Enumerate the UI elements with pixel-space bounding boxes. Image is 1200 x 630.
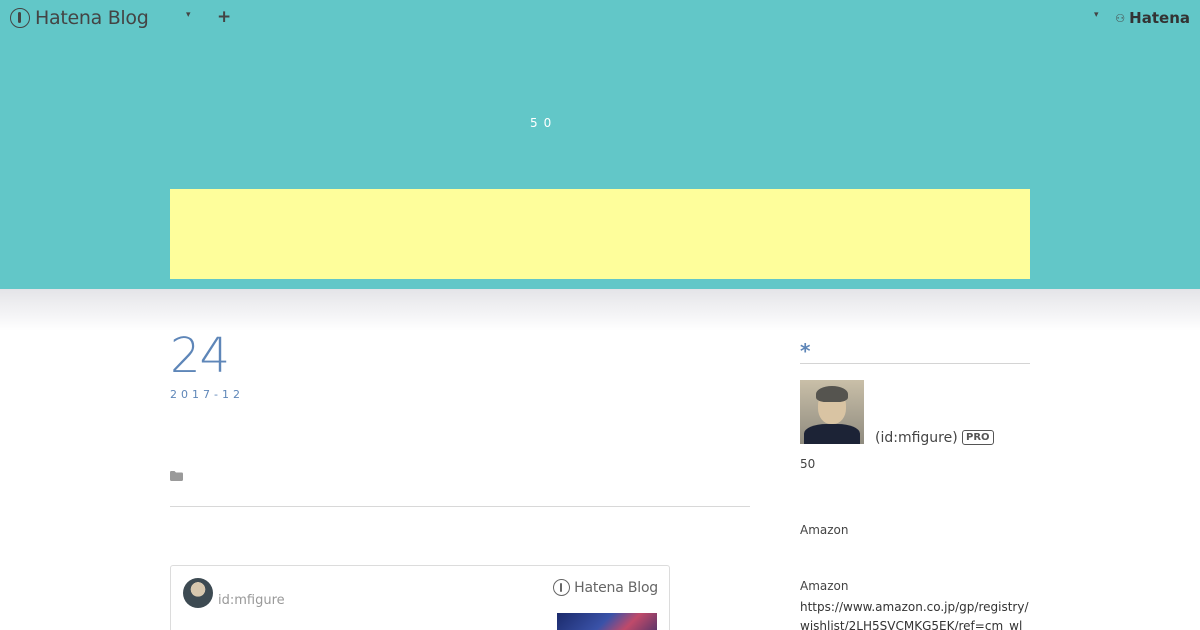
card-hatena-blog-icon	[553, 579, 571, 596]
hatena-logo[interactable]: ⚇ Hatena	[1115, 9, 1190, 27]
add-entry-button[interactable]: +	[217, 7, 231, 27]
profile-text: 50	[800, 457, 816, 471]
hatena-blog-logo-icon	[10, 8, 30, 28]
card-hatena-blog-logo[interactable]: Hatena Blog	[553, 579, 658, 596]
hatena-blog-logo-text: Hatena Blog	[35, 7, 149, 29]
blog-header: 50	[0, 0, 1200, 289]
amazon-heading: Amazon	[800, 579, 849, 593]
entry-month[interactable]: 2017-12	[170, 388, 244, 401]
profile-user-id[interactable]: (id:mfigure)	[875, 430, 958, 446]
sidebar-heading: *	[800, 339, 811, 363]
entry-divider	[170, 506, 750, 507]
card-hatena-blog-text: Hatena Blog	[574, 579, 658, 596]
author-id[interactable]: id:mfigure	[218, 593, 285, 608]
hatena-blog-logo[interactable]: Hatena Blog	[10, 7, 149, 29]
author-card[interactable]: id:mfigure Hatena Blog	[170, 565, 670, 630]
blog-description: 50	[530, 116, 558, 130]
global-header: Hatena Blog ▾ + ▾ ⚇ Hatena	[0, 0, 1200, 38]
amazon-label: Amazon	[800, 523, 849, 537]
header-banner[interactable]	[170, 189, 1030, 279]
user-menu-caret-icon[interactable]: ▾	[1094, 10, 1099, 20]
amazon-wishlist-link[interactable]: https://www.amazon.co.jp/gp/registry/wis…	[800, 598, 1032, 630]
pro-badge: PRO	[962, 430, 994, 445]
blog-menu-caret-icon[interactable]: ▾	[186, 10, 191, 20]
card-thumbnail[interactable]	[557, 613, 657, 630]
hatena-mark-icon: ⚇	[1115, 11, 1126, 25]
folder-icon	[170, 471, 183, 481]
author-avatar[interactable]	[183, 578, 213, 608]
profile-avatar[interactable]	[800, 380, 864, 444]
sidebar-divider	[800, 363, 1030, 364]
hatena-logo-text: Hatena	[1129, 9, 1190, 27]
entry-day[interactable]: 24	[170, 328, 230, 384]
header-shadow	[0, 289, 1200, 331]
